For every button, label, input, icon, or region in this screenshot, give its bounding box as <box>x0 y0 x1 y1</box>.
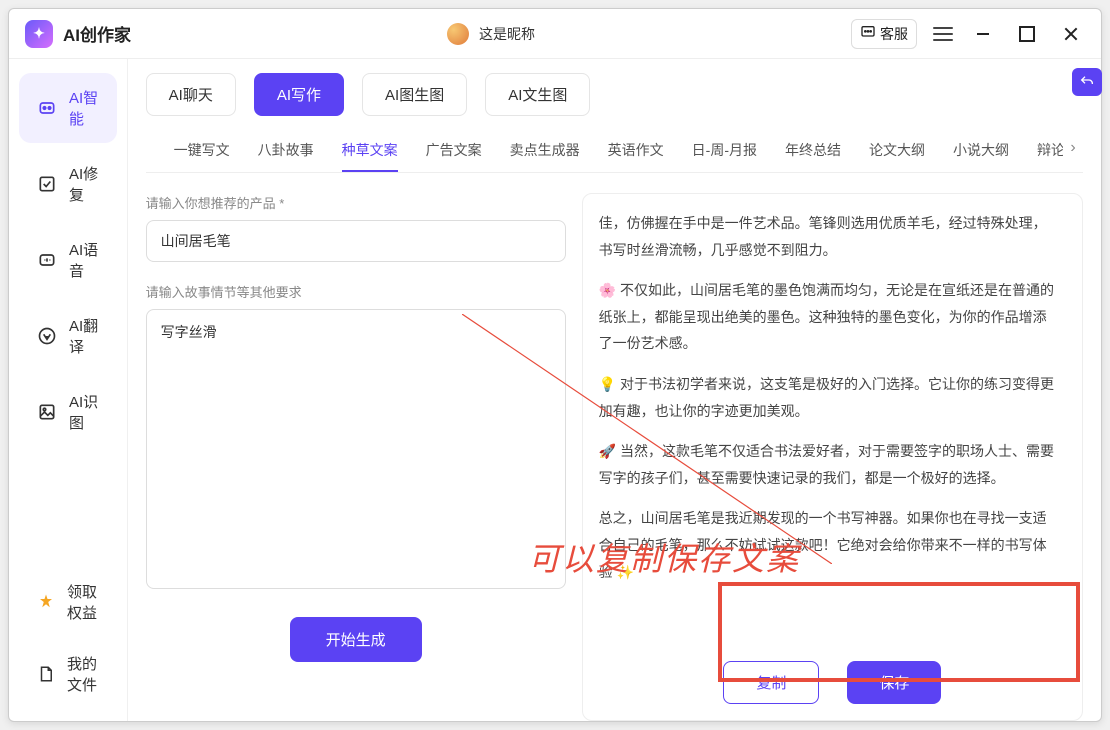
sub-tab[interactable]: 广告文案 <box>426 130 482 172</box>
story-label: 请输入故事情节等其他要求 <box>146 282 566 301</box>
sidebar: AI智能 AI修复 AI语音 AI翻译 AI识图 领取权益 <box>9 59 128 721</box>
sub-tabs: 一键写文 八卦故事 种草文案 广告文案 卖点生成器 英语作文 日-周-月报 年终… <box>146 130 1083 172</box>
output-paragraph: 🚀 当然，这款毛笔不仅适合书法爱好者，对于需要签字的职场人士、需要写字的孩子们，… <box>599 438 1060 491</box>
translate-icon <box>37 326 57 346</box>
tab-ai-chat[interactable]: AI聊天 <box>146 73 236 116</box>
save-button[interactable]: 保存 <box>847 661 941 704</box>
output-paragraph: 🌸 不仅如此，山间居毛笔的墨色饱满而均匀，无论是在宣纸还是在普通的纸张上，都能呈… <box>599 277 1060 357</box>
sub-tab[interactable]: 小说大纲 <box>953 130 1009 172</box>
generate-button[interactable]: 开始生成 <box>290 617 422 662</box>
sidebar-myfiles-label: 我的文件 <box>67 653 99 695</box>
product-input[interactable] <box>146 220 566 262</box>
sidebar-benefits[interactable]: 领取权益 <box>19 569 117 635</box>
undo-icon <box>1079 74 1095 90</box>
back-fab-button[interactable] <box>1072 68 1102 96</box>
sidebar-item-label: AI翻译 <box>69 315 99 357</box>
output-paragraph: 总之，山间居毛笔是我近期发现的一个书写神器。如果你也在寻找一支适合自己的毛笔，那… <box>599 505 1060 585</box>
nickname-label: 这是昵称 <box>479 24 535 44</box>
avatar[interactable] <box>447 23 469 45</box>
minimize-button[interactable] <box>969 20 997 48</box>
main-tabs: AI聊天 AI写作 AI图生图 AI文生图 <box>146 73 1083 116</box>
support-button[interactable]: 客服 <box>851 19 917 49</box>
sub-tab[interactable]: 卖点生成器 <box>510 130 580 172</box>
sidebar-item-label: AI智能 <box>69 87 99 129</box>
sub-tab[interactable]: 年终总结 <box>785 130 841 172</box>
app-logo-icon: ✦ <box>25 20 53 48</box>
sub-tab[interactable]: 日-周-月报 <box>692 130 757 172</box>
sub-tab[interactable]: 论文大纲 <box>869 130 925 172</box>
sidebar-item-label: AI语音 <box>69 239 99 281</box>
tab-ai-txt2img[interactable]: AI文生图 <box>485 73 590 116</box>
titlebar: ✦ AI创作家 这是昵称 客服 <box>9 9 1101 59</box>
output-text[interactable]: 佳，仿佛握在手中是一件艺术品。笔锋则选用优质羊毛，经过特殊处理，书写时丝滑流畅，… <box>599 210 1066 645</box>
menu-icon[interactable] <box>933 27 953 41</box>
copy-button[interactable]: 复制 <box>723 661 819 704</box>
sub-tab[interactable]: 八卦故事 <box>258 130 314 172</box>
app-title: AI创作家 <box>63 21 131 46</box>
file-icon <box>37 664 55 684</box>
story-textarea[interactable] <box>146 309 566 589</box>
main-content: AI聊天 AI写作 AI图生图 AI文生图 一键写文 八卦故事 种草文案 广告文… <box>128 59 1101 721</box>
sub-tab[interactable]: 一键写文 <box>174 130 230 172</box>
sub-tab[interactable]: 英语作文 <box>608 130 664 172</box>
sidebar-benefits-label: 领取权益 <box>67 581 99 623</box>
maximize-button[interactable] <box>1013 20 1041 48</box>
sidebar-item-label: AI修复 <box>69 163 99 205</box>
output-paragraph: 佳，仿佛握在手中是一件艺术品。笔锋则选用优质羊毛，经过特殊处理，书写时丝滑流畅，… <box>599 210 1060 263</box>
chat-icon <box>860 24 876 43</box>
sidebar-item-ai-repair[interactable]: AI修复 <box>19 149 117 219</box>
gift-icon <box>37 592 55 612</box>
sidebar-item-ai-translate[interactable]: AI翻译 <box>19 301 117 371</box>
sparkle-icon <box>37 98 57 118</box>
sub-tabs-next-icon[interactable]: › <box>1063 138 1083 158</box>
product-label: 请输入你想推荐的产品 * <box>146 193 566 212</box>
sidebar-item-ai-smart[interactable]: AI智能 <box>19 73 117 143</box>
output-pane: 佳，仿佛握在手中是一件艺术品。笔锋则选用优质羊毛，经过特殊处理，书写时丝滑流畅，… <box>582 193 1083 721</box>
sub-tab-active[interactable]: 种草文案 <box>342 130 398 172</box>
repair-icon <box>37 174 57 194</box>
form-pane: 请输入你想推荐的产品 * 请输入故事情节等其他要求 开始生成 <box>146 193 566 721</box>
voice-icon <box>37 250 57 270</box>
app-window: ✦ AI创作家 这是昵称 客服 AI智能 <box>8 8 1102 722</box>
sidebar-item-ai-voice[interactable]: AI语音 <box>19 225 117 295</box>
image-icon <box>37 402 57 422</box>
support-label: 客服 <box>880 24 908 44</box>
output-paragraph: 💡 对于书法初学者来说，这支笔是极好的入门选择。它让你的练习变得更加有趣，也让你… <box>599 371 1060 424</box>
tab-ai-write[interactable]: AI写作 <box>254 73 344 116</box>
close-button[interactable] <box>1057 20 1085 48</box>
tab-ai-img2img[interactable]: AI图生图 <box>362 73 467 116</box>
sidebar-item-label: AI识图 <box>69 391 99 433</box>
sidebar-myfiles[interactable]: 我的文件 <box>19 641 117 707</box>
sidebar-item-ai-image[interactable]: AI识图 <box>19 377 117 447</box>
